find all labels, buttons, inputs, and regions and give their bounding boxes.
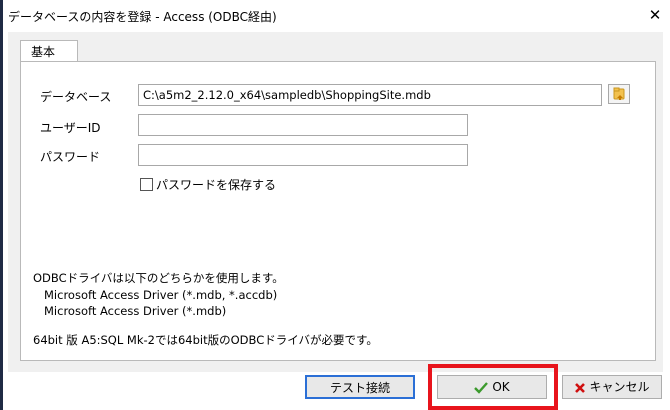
checkbox-box[interactable] [140, 178, 153, 191]
cancel-label: キャンセル [589, 380, 650, 394]
folder-icon [613, 87, 625, 100]
test-connection-button[interactable]: テスト接続 [305, 375, 415, 399]
database-path-input[interactable]: C:\a5m2_2.12.0_x64\sampledb\ShoppingSite… [138, 84, 602, 106]
odbc-info-line4: 64bit 版 A5:SQL Mk-2では64bit版のODBCドライバが必要で… [33, 333, 378, 347]
close-button[interactable]: ✕ [645, 5, 665, 25]
userid-input[interactable] [138, 114, 468, 136]
userid-label: ユーザーID [40, 121, 101, 135]
window-left-edge [0, 0, 3, 410]
highlight-box [428, 364, 558, 410]
odbc-info-line2: Microsoft Access Driver (*.mdb, *.accdb) [44, 288, 278, 302]
database-label: データベース [40, 90, 112, 104]
password-input[interactable] [138, 144, 468, 166]
odbc-info-line1: ODBCドライバは以下のどちらかを使用します。 [33, 271, 284, 285]
tab-basic[interactable]: 基本 [20, 40, 78, 62]
close-icon: ✕ [648, 6, 662, 24]
x-icon [575, 382, 586, 393]
window-title: データベースの内容を登録 - Access (ODBC経由) [8, 10, 277, 24]
save-password-label: パスワードを保存する [156, 178, 277, 192]
browse-button[interactable] [608, 84, 630, 104]
save-password-checkbox[interactable]: パスワードを保存する [140, 176, 276, 193]
cancel-button[interactable]: キャンセル [562, 375, 662, 399]
odbc-info-line3: Microsoft Access Driver (*.mdb) [44, 304, 227, 318]
password-label: パスワード [40, 150, 101, 164]
